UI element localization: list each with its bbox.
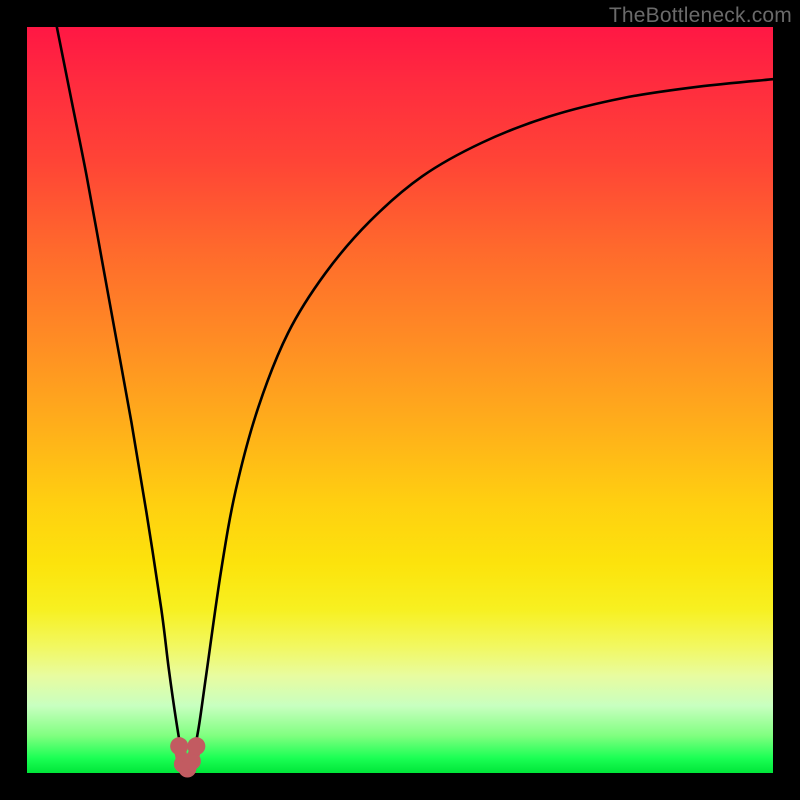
- bottleneck-markers: [170, 737, 205, 777]
- chart-container: TheBottleneck.com: [0, 0, 800, 800]
- watermark-text: TheBottleneck.com: [609, 4, 792, 28]
- marker-dot: [170, 737, 188, 755]
- chart-svg: [27, 27, 773, 773]
- bottleneck-curve: [57, 27, 773, 769]
- marker-dot: [187, 737, 205, 755]
